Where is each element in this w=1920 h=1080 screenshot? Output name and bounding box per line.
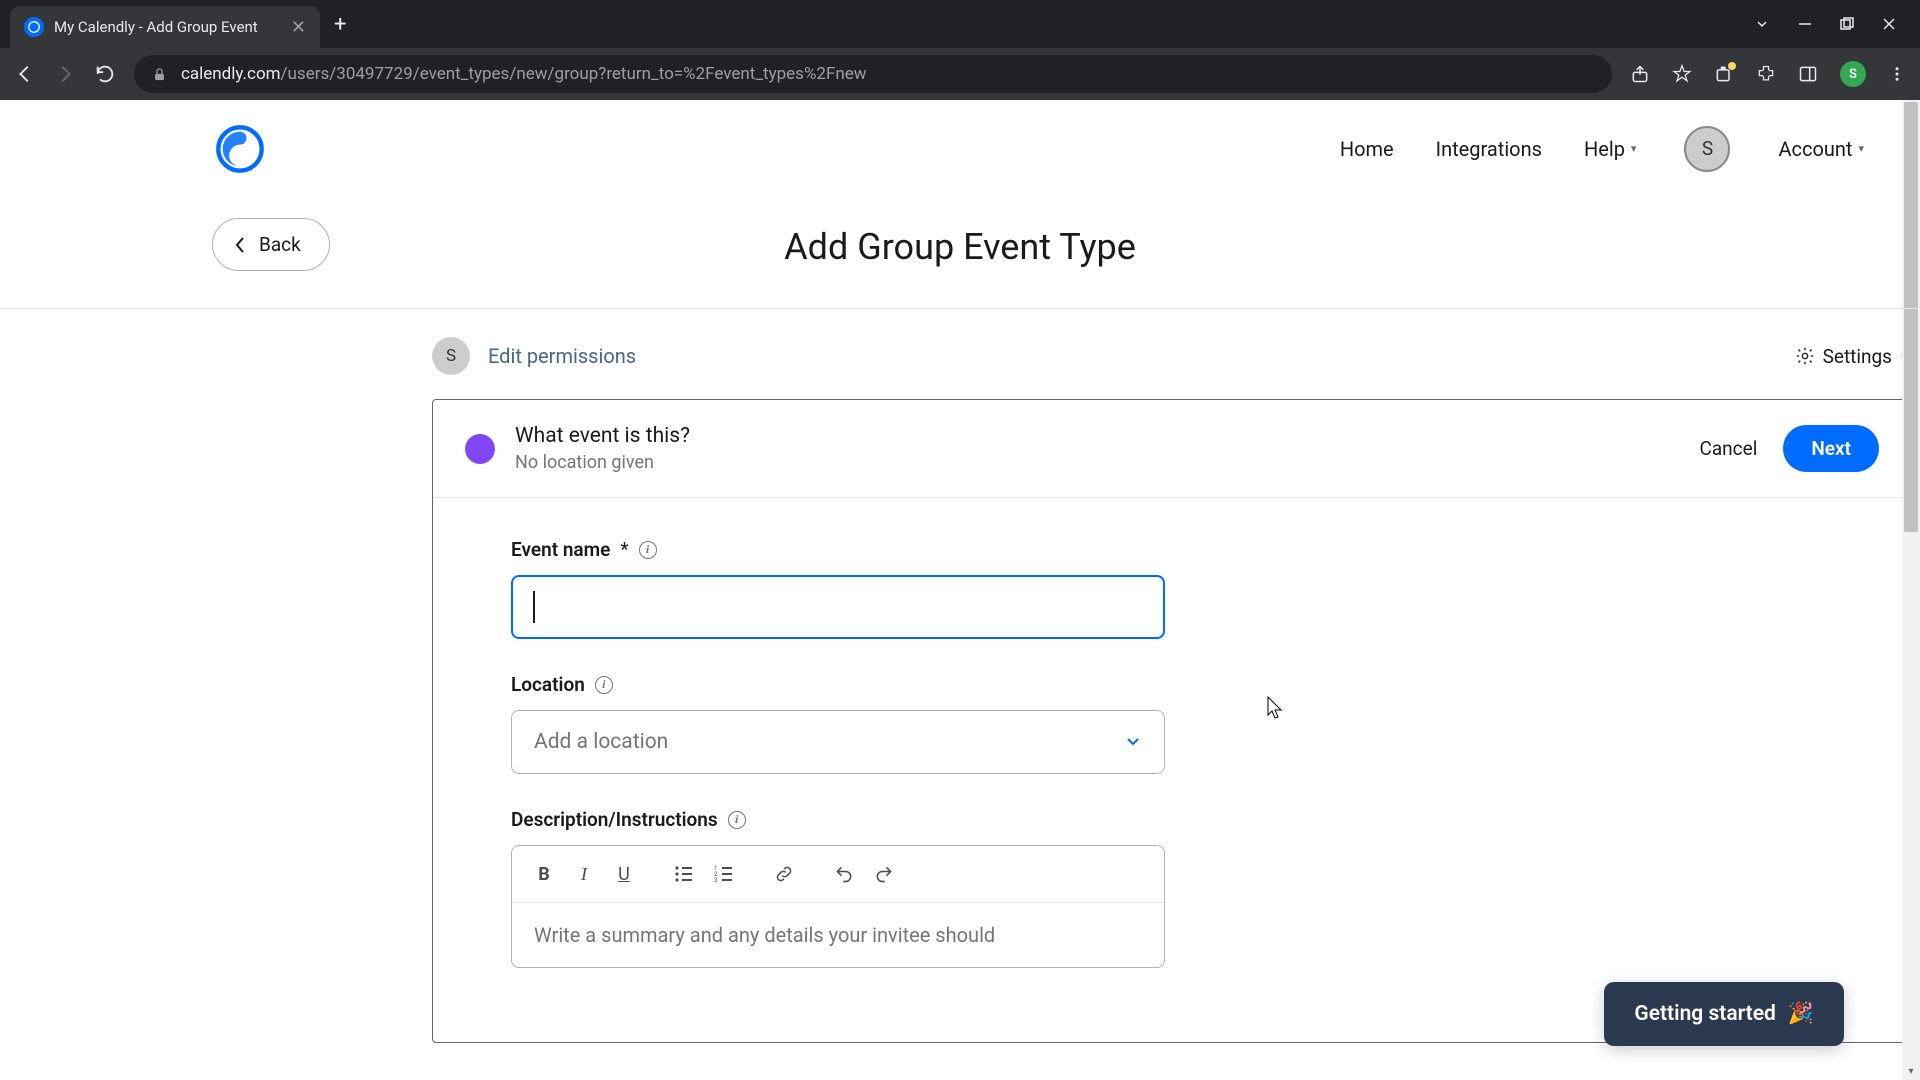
bullet-list-button[interactable] [666, 856, 702, 892]
description-editor: B I U 123 Write a summary an [511, 845, 1165, 968]
caret-down-icon: ▾ [1858, 142, 1864, 155]
text-cursor [533, 591, 535, 623]
close-tab-icon[interactable]: ✕ [291, 17, 306, 38]
bold-button[interactable]: B [526, 856, 562, 892]
location-label: Location [511, 673, 585, 696]
location-placeholder: Add a location [534, 730, 668, 754]
new-tab-button[interactable]: + [334, 12, 346, 37]
next-button[interactable]: Next [1783, 425, 1879, 472]
description-textarea[interactable]: Write a summary and any details your inv… [512, 903, 1164, 967]
nav-account-label: Account [1778, 137, 1852, 161]
getting-started-widget[interactable]: Getting started 🎉 [1604, 982, 1844, 1046]
back-nav-icon[interactable] [14, 63, 36, 85]
event-name-label: Event name [511, 538, 610, 561]
page-header: Back Add Group Event Type [0, 198, 1920, 309]
close-window-icon[interactable] [1882, 16, 1896, 32]
extension-notif-icon[interactable] [1714, 64, 1734, 84]
browser-tab[interactable]: My Calendly - Add Group Event ✕ [10, 6, 320, 48]
permissions-avatar: S [432, 337, 470, 375]
maximize-icon[interactable] [1840, 16, 1854, 32]
kebab-menu-icon[interactable] [1888, 65, 1906, 83]
minimize-icon[interactable] [1798, 16, 1812, 32]
settings-link[interactable]: Settings [1795, 345, 1912, 368]
nav-home[interactable]: Home [1340, 137, 1394, 161]
permissions-row: S Edit permissions Settings [432, 337, 1912, 375]
tab-bar: My Calendly - Add Group Event ✕ + [0, 0, 1920, 48]
event-name-input[interactable] [511, 575, 1165, 639]
nav-help[interactable]: Help ▾ [1584, 137, 1637, 161]
url-field[interactable]: calendly.com/users/30497729/event_types/… [134, 55, 1612, 93]
back-button[interactable]: Back [212, 218, 330, 271]
address-bar: calendly.com/users/30497729/event_types/… [0, 48, 1920, 100]
getting-started-label: Getting started [1634, 1002, 1775, 1026]
favicon-icon [24, 17, 44, 37]
extensions-icon[interactable] [1756, 64, 1776, 84]
info-icon[interactable]: i [639, 541, 657, 559]
svg-text:3: 3 [714, 877, 717, 883]
event-name-field: Event name * i [511, 538, 1833, 639]
location-select[interactable]: Add a location [511, 710, 1165, 774]
window-controls [1754, 16, 1920, 32]
reload-icon[interactable] [94, 63, 116, 85]
numbered-list-button[interactable]: 123 [706, 856, 742, 892]
description-field: Description/Instructions i B I U 123 [511, 808, 1833, 968]
lock-icon [152, 67, 167, 82]
edit-permissions-link[interactable]: Edit permissions [488, 344, 636, 368]
link-button[interactable] [766, 856, 802, 892]
nav-integrations[interactable]: Integrations [1436, 137, 1542, 161]
forward-nav-icon[interactable] [54, 63, 76, 85]
header-avatar[interactable]: S [1684, 126, 1730, 172]
scrollbar-down-icon[interactable]: ▾ [1902, 1062, 1920, 1080]
url-text: calendly.com/users/30497729/event_types/… [181, 64, 867, 84]
chevron-down-icon [1124, 733, 1142, 751]
card-subtitle: No location given [515, 452, 1699, 473]
caret-down-icon: ▾ [1631, 142, 1637, 155]
nav-account[interactable]: Account ▾ [1778, 137, 1864, 161]
settings-label: Settings [1823, 345, 1892, 368]
cancel-button[interactable]: Cancel [1699, 437, 1757, 460]
location-field: Location i Add a location [511, 673, 1833, 774]
tab-search-icon[interactable] [1754, 16, 1770, 32]
italic-button[interactable]: I [566, 856, 602, 892]
bookmark-icon[interactable] [1672, 64, 1692, 84]
underline-button[interactable]: U [606, 856, 642, 892]
card-title: What event is this? [515, 424, 1699, 448]
event-card: What event is this? No location given Ca… [432, 399, 1912, 1043]
party-popper-icon: 🎉 [1788, 1002, 1814, 1026]
info-icon[interactable]: i [595, 676, 613, 694]
redo-button[interactable] [866, 856, 902, 892]
gear-icon [1795, 346, 1815, 366]
sidepanel-icon[interactable] [1798, 64, 1818, 84]
nav-help-label: Help [1584, 137, 1625, 161]
back-label: Back [259, 233, 301, 256]
description-label: Description/Instructions [511, 808, 718, 831]
chevron-left-icon [233, 236, 247, 254]
calendly-logo-icon[interactable] [214, 123, 266, 175]
tab-title: My Calendly - Add Group Event [54, 18, 281, 36]
app-header: Home Integrations Help ▾ S Account ▾ [0, 100, 1920, 198]
event-color-dot [465, 434, 495, 464]
undo-button[interactable] [826, 856, 862, 892]
info-icon[interactable]: i [728, 811, 746, 829]
editor-toolbar: B I U 123 [512, 846, 1164, 903]
profile-avatar[interactable]: S [1840, 61, 1866, 87]
scrollbar-thumb[interactable] [1904, 102, 1918, 532]
card-header: What event is this? No location given Ca… [433, 400, 1911, 498]
share-icon[interactable] [1630, 64, 1650, 84]
required-mark: * [620, 538, 628, 561]
